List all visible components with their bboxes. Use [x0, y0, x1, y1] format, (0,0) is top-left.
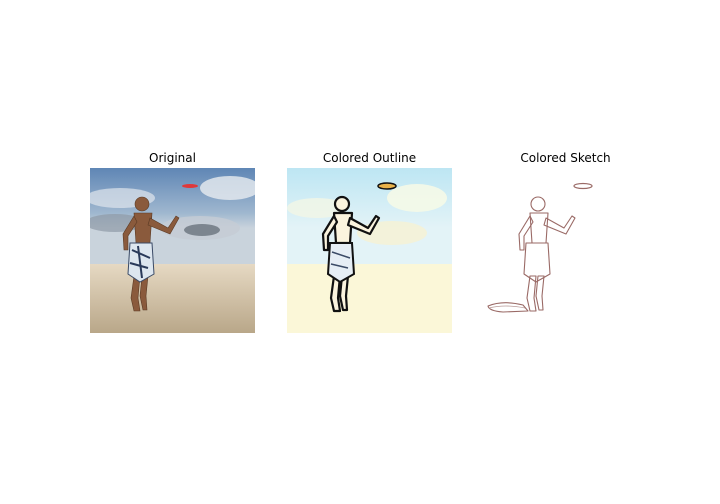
panel-title-colored-sketch: Colored Sketch — [520, 151, 611, 165]
colored-sketch-image — [483, 168, 648, 333]
panel-title-original: Original — [149, 151, 196, 165]
figure-canvas: Original Colored Outline Colored Sketch — [0, 0, 720, 504]
colored-outline-image — [287, 168, 452, 333]
original-photo — [90, 168, 255, 333]
panel-title-colored-outline: Colored Outline — [322, 151, 417, 165]
